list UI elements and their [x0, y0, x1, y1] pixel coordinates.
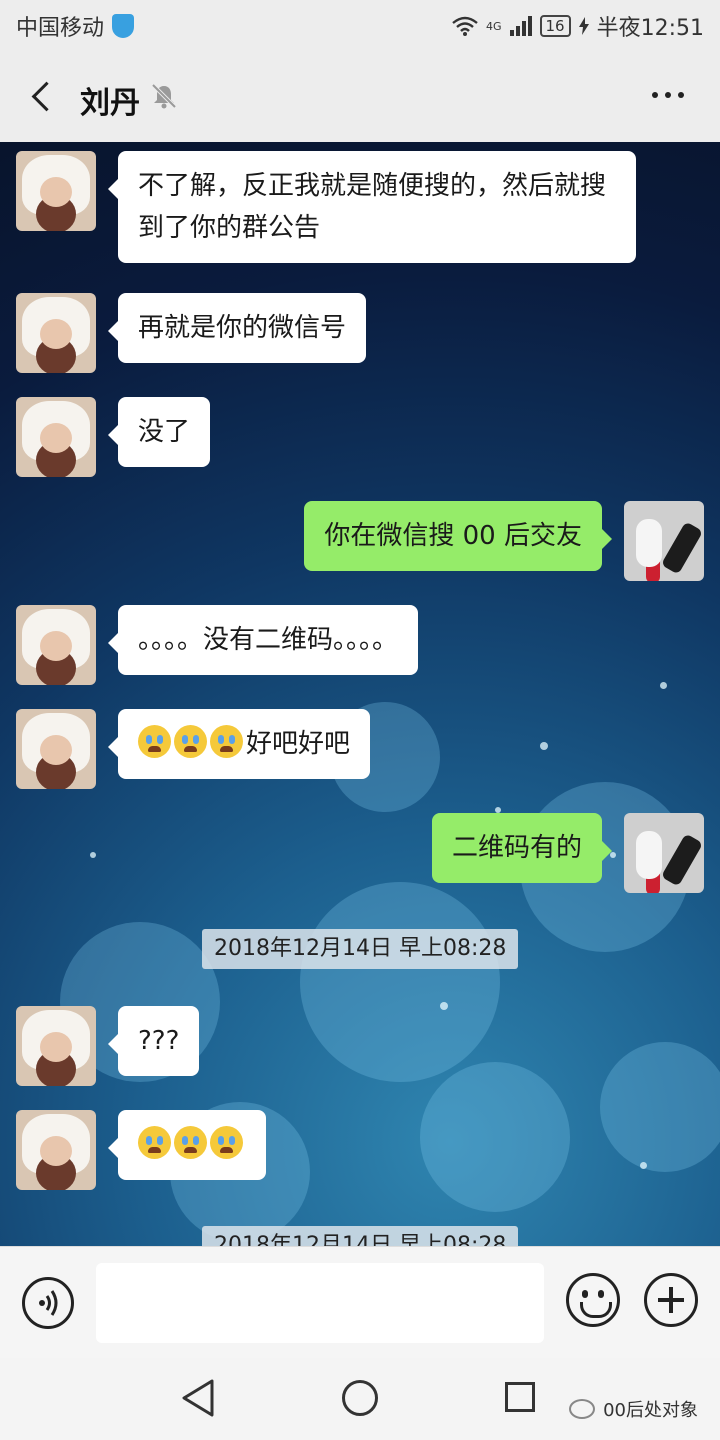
sparkle	[440, 1002, 448, 1010]
crying-laughing-emoji-icon	[210, 1126, 243, 1159]
crying-laughing-emoji-icon	[138, 725, 171, 758]
chat-area[interactable]: 不了解，反正我就是随便搜的，然后就搜到了你的群公告 再就是你的微信号 没了 你在…	[0, 142, 720, 1246]
self-avatar[interactable]	[624, 813, 704, 893]
back-button[interactable]	[22, 76, 62, 116]
voice-icon	[39, 1290, 58, 1316]
crying-laughing-emoji-icon	[174, 1126, 207, 1159]
contact-avatar[interactable]	[16, 397, 96, 477]
message-bubble[interactable]: ???	[107, 1006, 200, 1076]
watermark-text: 00后处对象	[603, 1400, 698, 1421]
sparkle	[640, 1162, 647, 1169]
bokeh-light	[600, 1042, 720, 1172]
status-right: 4G 16 半夜12:51	[452, 10, 704, 42]
mute-bell-icon	[151, 83, 177, 109]
charging-icon	[578, 17, 589, 35]
nav-home-icon[interactable]	[342, 1380, 378, 1416]
security-shield-icon	[112, 14, 135, 38]
more-functions-button[interactable]	[644, 1273, 698, 1327]
contact-avatar[interactable]	[16, 1006, 96, 1086]
more-options-button[interactable]	[652, 92, 684, 98]
timestamp-label: 2018年12月14日 早上08:28	[202, 929, 519, 969]
system-nav-bar: 00后处对象	[0, 1358, 720, 1440]
status-bar: 中国移动 4G 16 半夜12:51	[0, 0, 720, 50]
wifi-icon	[452, 16, 478, 36]
message-bubble[interactable]	[108, 1110, 266, 1180]
bokeh-light	[420, 1062, 570, 1212]
crying-laughing-emoji-icon	[174, 725, 207, 758]
voice-input-button[interactable]	[22, 1277, 74, 1329]
message-bubble-self[interactable]: 二维码有的	[431, 813, 613, 883]
message-bubble[interactable]: 。。。。没有二维码。。。。	[107, 605, 419, 675]
contact-avatar[interactable]	[16, 151, 96, 231]
wechat-logo-icon	[569, 1399, 596, 1419]
network-type: 4G	[485, 19, 502, 33]
timestamp-label: 2018年12月14日 早上08:28	[202, 1226, 519, 1246]
sparkle	[90, 852, 96, 858]
nav-recent-apps-icon[interactable]	[505, 1382, 535, 1412]
contact-avatar[interactable]	[16, 293, 96, 373]
crying-laughing-emoji-icon	[210, 725, 243, 758]
chat-title: 刘丹	[80, 86, 140, 121]
battery-level: 16	[539, 15, 571, 37]
sparkle	[660, 682, 667, 689]
message-bubble-self[interactable]: 你在微信搜 00 后交友	[304, 501, 612, 571]
contact-avatar[interactable]	[16, 605, 96, 685]
input-bar	[0, 1246, 720, 1358]
watermark: 00后处对象	[569, 1396, 698, 1422]
emoji-button[interactable]	[566, 1273, 620, 1327]
bokeh-light	[300, 882, 500, 1082]
crying-laughing-emoji-icon	[138, 1126, 171, 1159]
status-time: 半夜12:51	[596, 16, 704, 41]
message-text: 好吧好吧	[246, 729, 351, 759]
signal-icon	[509, 16, 532, 36]
message-bubble[interactable]: 不了解，反正我就是随便搜的，然后就搜到了你的群公告	[108, 151, 636, 263]
contact-avatar[interactable]	[16, 709, 96, 789]
sparkle	[540, 742, 548, 750]
carrier-name: 中国移动	[16, 16, 105, 41]
message-bubble[interactable]: 好吧好吧	[107, 709, 371, 779]
message-bubble[interactable]: 没了	[107, 397, 211, 467]
message-bubble[interactable]: 再就是你的微信号	[107, 293, 367, 363]
message-input[interactable]	[96, 1263, 544, 1343]
status-left: 中国移动	[16, 10, 135, 42]
nav-back-icon[interactable]	[178, 1378, 222, 1418]
self-avatar[interactable]	[624, 501, 704, 581]
chat-header: 刘丹	[0, 50, 720, 142]
contact-avatar[interactable]	[16, 1110, 96, 1190]
